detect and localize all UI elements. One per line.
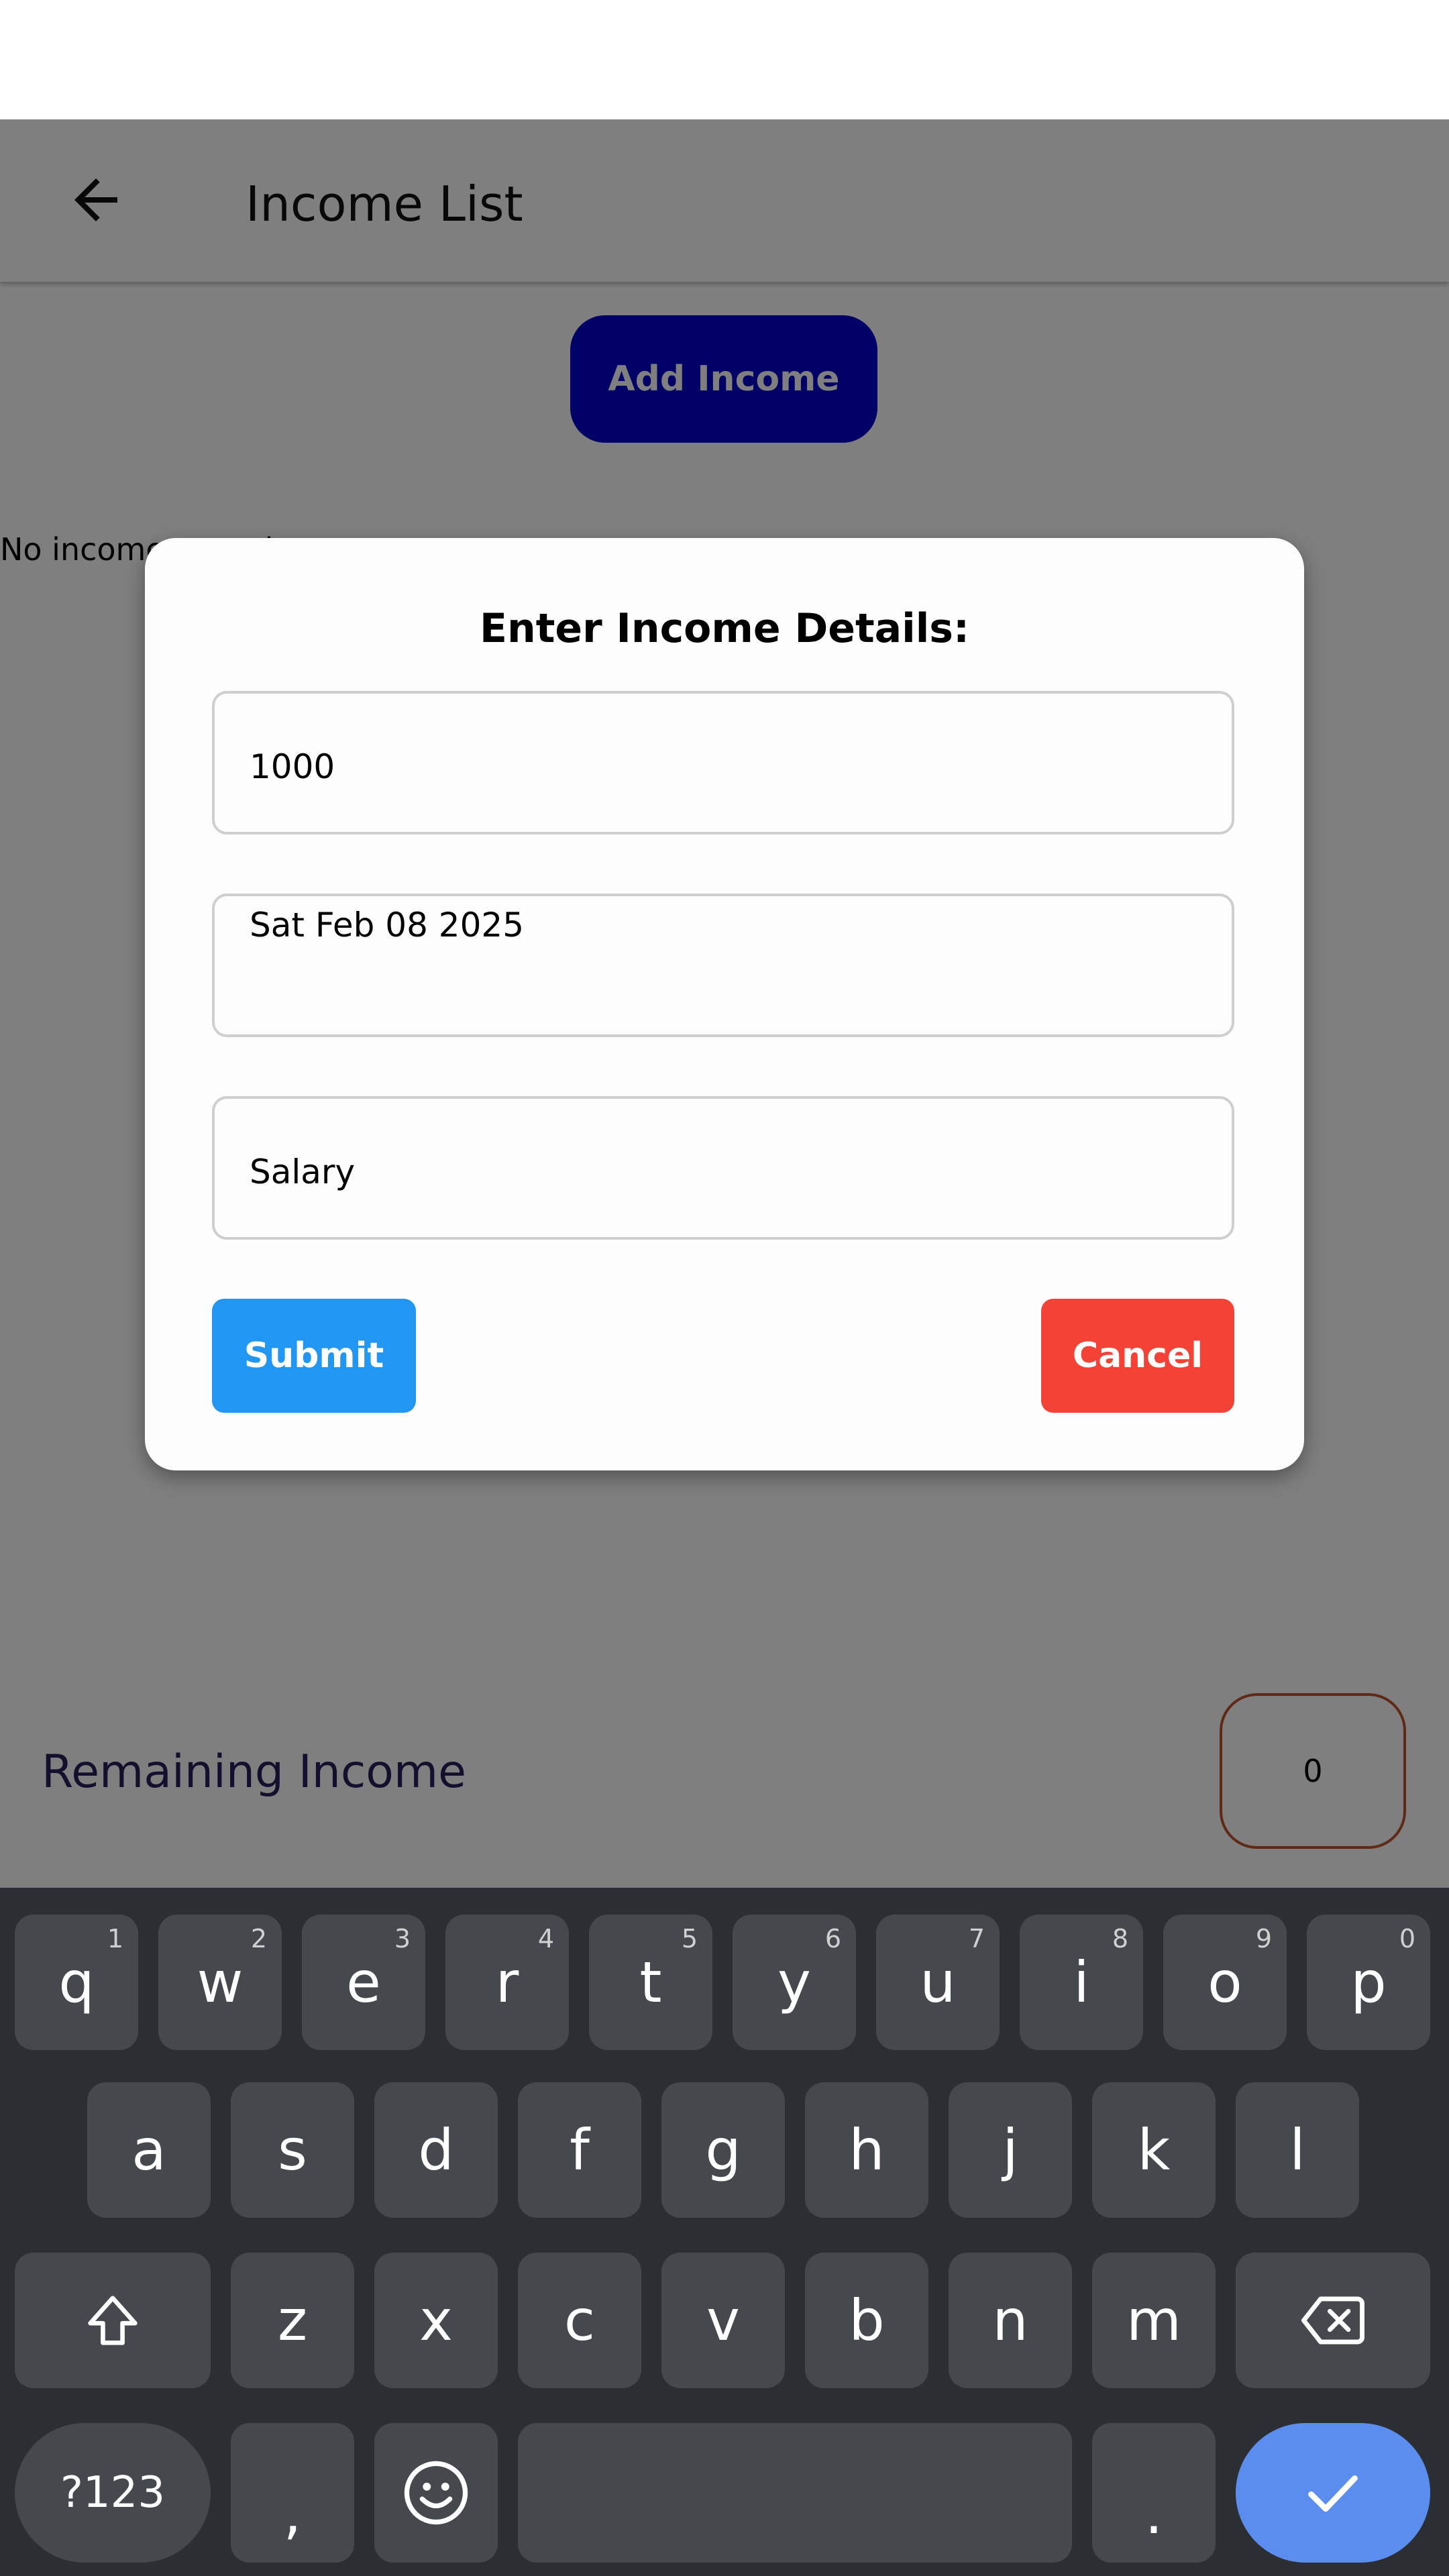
key-t[interactable]: t5 <box>589 1915 712 2050</box>
comma-key[interactable]: , <box>231 2423 354 2563</box>
enter-key[interactable] <box>1236 2423 1430 2563</box>
key-g[interactable]: g <box>661 2082 785 2218</box>
key-hint: 5 <box>681 1924 698 1953</box>
key-h[interactable]: h <box>805 2082 928 2218</box>
key-hint: 9 <box>1255 1924 1272 1953</box>
key-f[interactable]: f <box>518 2082 641 2218</box>
period-label: . <box>1144 2481 1163 2546</box>
key-m[interactable]: m <box>1092 2253 1216 2388</box>
comma-label: , <box>283 2481 302 2546</box>
amount-value: 1000 <box>250 747 335 786</box>
date-value: Sat Feb 08 2025 <box>250 906 525 945</box>
key-y[interactable]: y6 <box>733 1915 856 2050</box>
submit-button[interactable]: Submit <box>212 1299 416 1413</box>
status-bar <box>0 0 1449 119</box>
key-hint: 7 <box>968 1924 985 1953</box>
key-label: u <box>920 1949 956 2015</box>
emoji-icon <box>404 2461 468 2525</box>
key-hint: 0 <box>1399 1924 1415 1953</box>
key-x[interactable]: x <box>374 2253 498 2388</box>
key-label: y <box>777 1949 811 2015</box>
key-u[interactable]: u7 <box>876 1915 1000 2050</box>
on-screen-keyboard: q1 w2 e3 r4 t5 y6 u7 i8 o9 p0 a s d f g … <box>0 1888 1449 2576</box>
key-s[interactable]: s <box>231 2082 354 2218</box>
key-hint: 4 <box>537 1924 554 1953</box>
key-hint: 6 <box>824 1924 841 1953</box>
key-q[interactable]: q1 <box>15 1915 138 2050</box>
key-w[interactable]: w2 <box>158 1915 282 2050</box>
source-input[interactable]: Salary <box>212 1096 1234 1240</box>
key-hint: 1 <box>107 1924 123 1953</box>
key-e[interactable]: e3 <box>302 1915 425 2050</box>
shift-icon <box>88 2296 138 2345</box>
key-l[interactable]: l <box>1236 2082 1359 2218</box>
key-a[interactable]: a <box>87 2082 211 2218</box>
key-n[interactable]: n <box>949 2253 1072 2388</box>
key-hint: 8 <box>1112 1924 1128 1953</box>
key-label: i <box>1073 1949 1089 2015</box>
key-v[interactable]: v <box>661 2253 785 2388</box>
key-label: o <box>1208 1949 1242 2015</box>
key-r[interactable]: r4 <box>445 1915 569 2050</box>
date-input[interactable]: Sat Feb 08 2025 <box>212 894 1234 1037</box>
key-k[interactable]: k <box>1092 2082 1216 2218</box>
key-o[interactable]: o9 <box>1163 1915 1287 2050</box>
amount-input[interactable]: 1000 <box>212 691 1234 835</box>
space-key[interactable] <box>518 2423 1072 2563</box>
cancel-button[interactable]: Cancel <box>1041 1299 1234 1413</box>
checkmark-icon <box>1308 2475 1358 2512</box>
dialog-title: Enter Income Details: <box>480 605 969 652</box>
key-p[interactable]: p0 <box>1307 1915 1430 2050</box>
key-b[interactable]: b <box>805 2253 928 2388</box>
key-label: r <box>495 1949 519 2015</box>
symbols-key[interactable]: ?123 <box>15 2423 211 2563</box>
emoji-key[interactable] <box>374 2423 498 2563</box>
key-label: w <box>197 1949 244 2015</box>
key-hint: 2 <box>250 1924 267 1953</box>
key-label: t <box>639 1949 662 2015</box>
key-label: q <box>58 1949 95 2015</box>
backspace-icon <box>1301 2296 1364 2345</box>
income-dialog: Enter Income Details: 1000 Sat Feb 08 20… <box>145 538 1304 1470</box>
source-value: Salary <box>250 1152 356 1191</box>
backspace-key[interactable] <box>1236 2253 1430 2388</box>
key-c[interactable]: c <box>518 2253 641 2388</box>
key-label: e <box>346 1949 381 2015</box>
key-hint: 3 <box>394 1924 411 1953</box>
period-key[interactable]: . <box>1092 2423 1216 2563</box>
key-j[interactable]: j <box>949 2082 1072 2218</box>
key-label: p <box>1350 1949 1387 2015</box>
key-i[interactable]: i8 <box>1020 1915 1143 2050</box>
shift-key[interactable] <box>15 2253 211 2388</box>
key-z[interactable]: z <box>231 2253 354 2388</box>
key-d[interactable]: d <box>374 2082 498 2218</box>
